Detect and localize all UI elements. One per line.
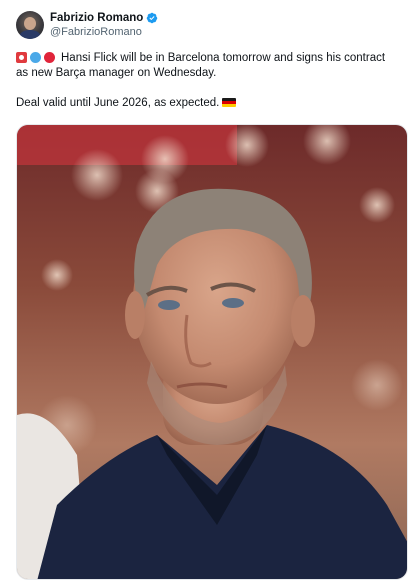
author-avatar[interactable] xyxy=(16,11,44,39)
tweet-paragraph-2: Deal valid until June 2026, as expected. xyxy=(16,97,237,109)
tweet-line-1-text: Hansi Flick will be in Barcelona tomorro… xyxy=(16,52,386,79)
author-display-name[interactable]: Fabrizio Romano xyxy=(50,11,143,25)
red-circle-emoji-icon xyxy=(44,52,55,63)
tweet-header: Fabrizio Romano @FabrizioRomano xyxy=(16,8,394,42)
author-names: Fabrizio Romano @FabrizioRomano xyxy=(50,11,158,39)
display-name-row: Fabrizio Romano xyxy=(50,11,158,25)
red-badge-emoji-icon xyxy=(16,52,27,63)
tweet-paragraph-1: Hansi Flick will be in Barcelona tomorro… xyxy=(16,51,394,81)
tweet-text: Hansi Flick will be in Barcelona tomorro… xyxy=(16,51,394,111)
verified-badge-icon xyxy=(147,12,158,24)
portrait-photo-icon xyxy=(17,125,407,579)
tweet-line-2-text: Deal valid until June 2026, as expected. xyxy=(16,97,220,109)
tweet-photo[interactable] xyxy=(16,124,408,580)
author-handle[interactable]: @FabrizioRomano xyxy=(50,25,158,39)
tweet-card[interactable]: Fabrizio Romano @FabrizioRomano Hansi Fl… xyxy=(0,0,410,584)
blue-circle-emoji-icon xyxy=(30,52,41,63)
germany-flag-icon xyxy=(222,98,237,107)
